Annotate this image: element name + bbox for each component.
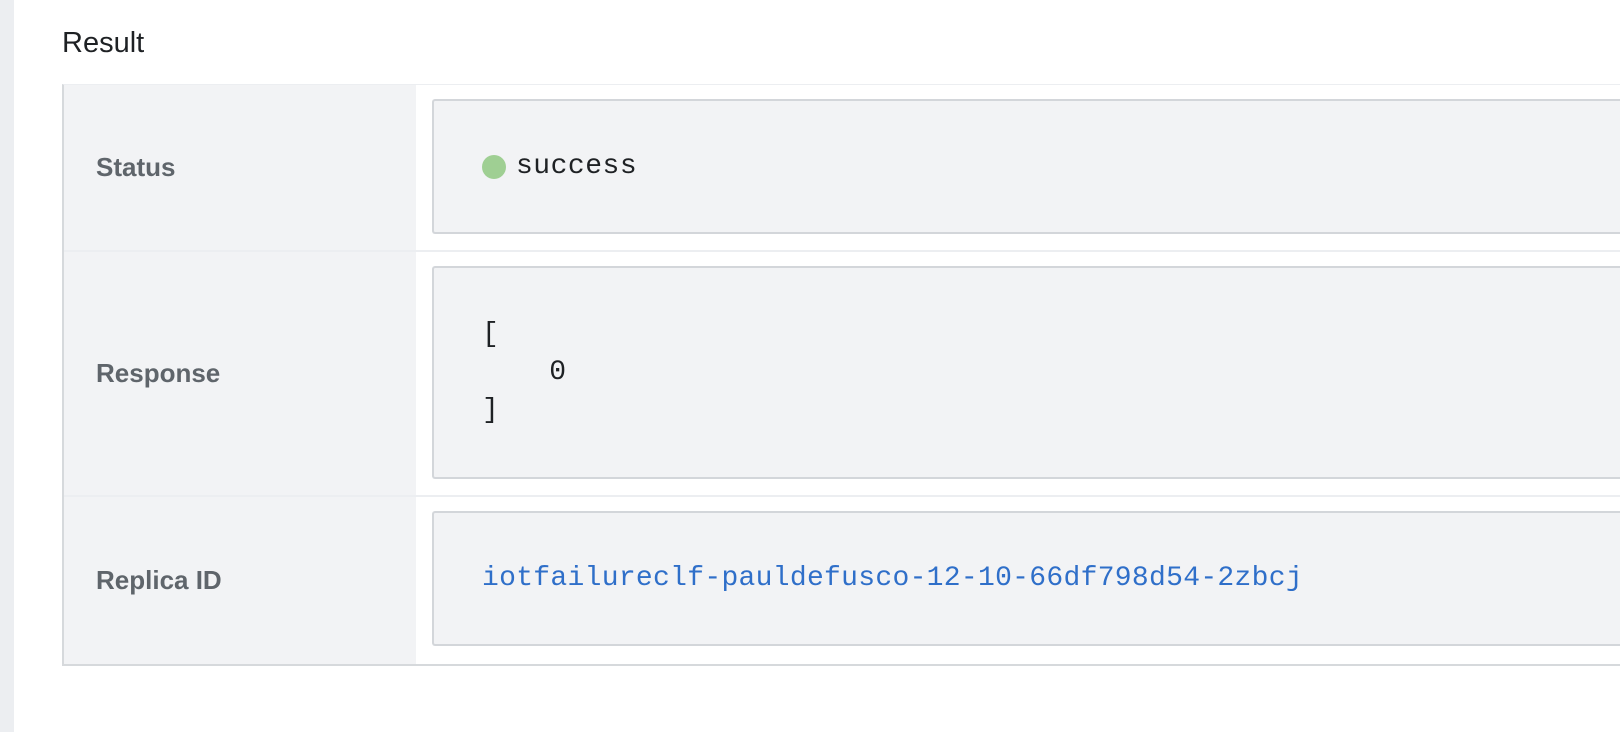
section-title: Result	[62, 27, 145, 59]
response-row: Response [ 0 ]	[64, 252, 1620, 497]
replica-row: Replica ID iotfailureclf-pauldefusco-12-…	[64, 497, 1620, 664]
replica-id-link[interactable]: iotfailureclf-pauldefusco-12-10-66df798d…	[482, 563, 1303, 594]
replica-value-box: iotfailureclf-pauldefusco-12-10-66df798d…	[432, 511, 1620, 646]
status-value-box: success	[432, 99, 1620, 234]
status-value-cell: success	[416, 85, 1620, 250]
status-value: success	[516, 151, 638, 182]
status-row: Status success	[64, 85, 1620, 252]
result-table: Status success Response [ 0 ] Replica ID…	[62, 84, 1620, 666]
status-indicator-icon	[482, 154, 506, 179]
replica-label: Replica ID	[64, 497, 416, 664]
response-label: Response	[64, 252, 416, 495]
left-rail	[0, 0, 14, 732]
replica-value-cell: iotfailureclf-pauldefusco-12-10-66df798d…	[416, 497, 1620, 664]
response-value-cell: [ 0 ]	[416, 252, 1620, 495]
response-value-box: [ 0 ]	[432, 266, 1620, 479]
status-label: Status	[64, 85, 416, 250]
response-value: [ 0 ]	[482, 318, 567, 426]
